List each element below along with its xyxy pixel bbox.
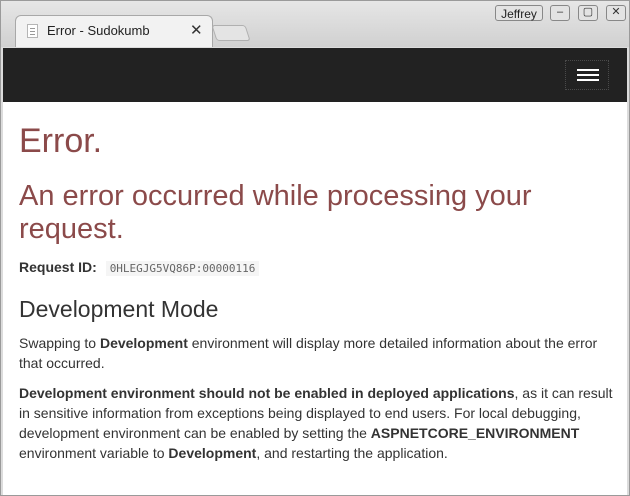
bold-text: Development [99, 335, 188, 351]
hamburger-menu-icon [577, 74, 599, 76]
minimize-button[interactable]: – [550, 5, 570, 21]
page-title: Error. [19, 122, 103, 160]
bold-text: Development [168, 445, 257, 461]
page-favicon-icon [27, 24, 38, 38]
bold-text: ASPNETCORE_ENVIRONMENT [370, 425, 580, 441]
error-message: An error occurred while processing your … [19, 180, 532, 245]
browser-tab[interactable]: Error - Sudokumb ✕ [15, 15, 213, 47]
dev-mode-heading: Development Mode [19, 296, 219, 322]
text-span: Swapping to [19, 335, 100, 351]
page-content: Error. An error occurred while processin… [3, 102, 627, 495]
navbar-toggle-button[interactable] [565, 60, 609, 90]
request-id: Request ID: 0HLEGJG5VQ86P:00000116 [19, 259, 260, 276]
tab-close-icon[interactable]: ✕ [190, 21, 203, 39]
new-tab-button[interactable] [211, 25, 251, 41]
profile-button[interactable]: Jeffrey [495, 5, 543, 21]
request-id-label: Request ID: [19, 259, 97, 275]
browser-window: Error - Sudokumb ✕ Jeffrey – ▢ ✕ Error. … [0, 0, 630, 496]
dev-warning-paragraph: Development environment should not be en… [19, 383, 613, 463]
hamburger-menu-icon [577, 69, 599, 71]
request-id-value: 0HLEGJG5VQ86P:00000116 [105, 261, 260, 276]
title-bar: Error - Sudokumb ✕ Jeffrey – ▢ ✕ [1, 1, 629, 47]
tab-title: Error - Sudokumb [47, 23, 150, 38]
bold-text: Development environment should not be en… [19, 385, 515, 401]
site-navbar [3, 48, 627, 102]
hamburger-menu-icon [577, 79, 599, 81]
close-window-button[interactable]: ✕ [606, 5, 626, 21]
dev-mode-paragraph: Swapping to Development environment will… [19, 333, 613, 373]
text-span: , and restarting the application. [256, 445, 448, 461]
maximize-button[interactable]: ▢ [578, 5, 598, 21]
text-span: environment variable to [19, 445, 169, 461]
